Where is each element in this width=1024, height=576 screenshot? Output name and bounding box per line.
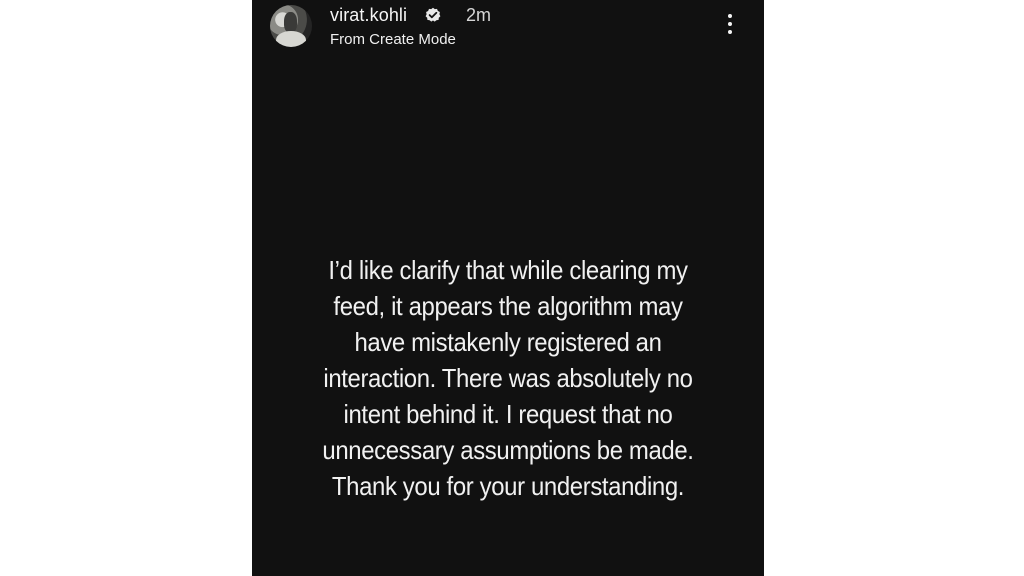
message-line: I’d like clarify that while clearing my [328,255,688,285]
screenshot-canvas: virat.kohli 2m From Create Mode I’d like… [0,0,1024,576]
message-line: Thank you for your understanding. [331,471,685,501]
menu-dot [728,14,732,18]
story-message: I’d like clarify that while clearing my … [309,252,706,504]
profile-avatar[interactable] [270,5,312,47]
message-line: intent behind it. I request that no [343,399,673,429]
verified-badge-icon [425,7,441,22]
story-source-label: From Create Mode [330,31,456,48]
message-line: unnecessary assumptions be made. [322,435,694,465]
message-line: interaction. There was absolutely no [323,363,693,393]
message-line: feed, it appears the algorithm may [333,291,683,321]
message-line: have mistakenly registered an [354,327,662,357]
username[interactable]: virat.kohli [330,5,407,25]
post-age: 2m [466,5,492,25]
instagram-story: virat.kohli 2m From Create Mode I’d like… [252,0,764,576]
more-vertical-icon[interactable] [722,12,738,38]
menu-dot [728,22,732,26]
story-header: virat.kohli 2m From Create Mode [252,0,764,60]
menu-dot [728,30,732,34]
